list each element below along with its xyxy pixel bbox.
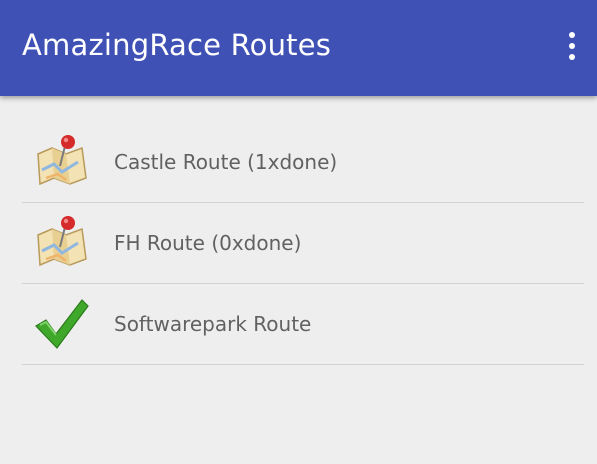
more-vert-icon[interactable] <box>561 32 585 64</box>
route-label: Softwarepark Route <box>114 312 312 336</box>
map-pin-icon <box>37 135 87 186</box>
route-label: FH Route (0xdone) <box>114 231 302 255</box>
app-toolbar: AmazingRace Routes <box>0 0 597 96</box>
overflow-dot <box>569 32 575 38</box>
route-item-softwarepark[interactable]: Softwarepark Route <box>22 284 584 365</box>
overflow-dot <box>569 43 575 49</box>
route-label: Castle Route (1xdone) <box>114 150 338 174</box>
overflow-dot <box>569 54 575 60</box>
toolbar-title: AmazingRace Routes <box>22 28 332 62</box>
route-item-fh[interactable]: FH Route (0xdone) <box>22 203 584 284</box>
route-item-castle[interactable]: Castle Route (1xdone) <box>22 122 584 203</box>
route-list: Castle Route (1xdone) FH Route (0xdone) … <box>22 122 584 365</box>
map-pin-icon <box>37 216 87 267</box>
app-root: AmazingRace Routes Castle Route (1xdone) <box>0 0 597 464</box>
checkmark-icon <box>35 299 89 349</box>
